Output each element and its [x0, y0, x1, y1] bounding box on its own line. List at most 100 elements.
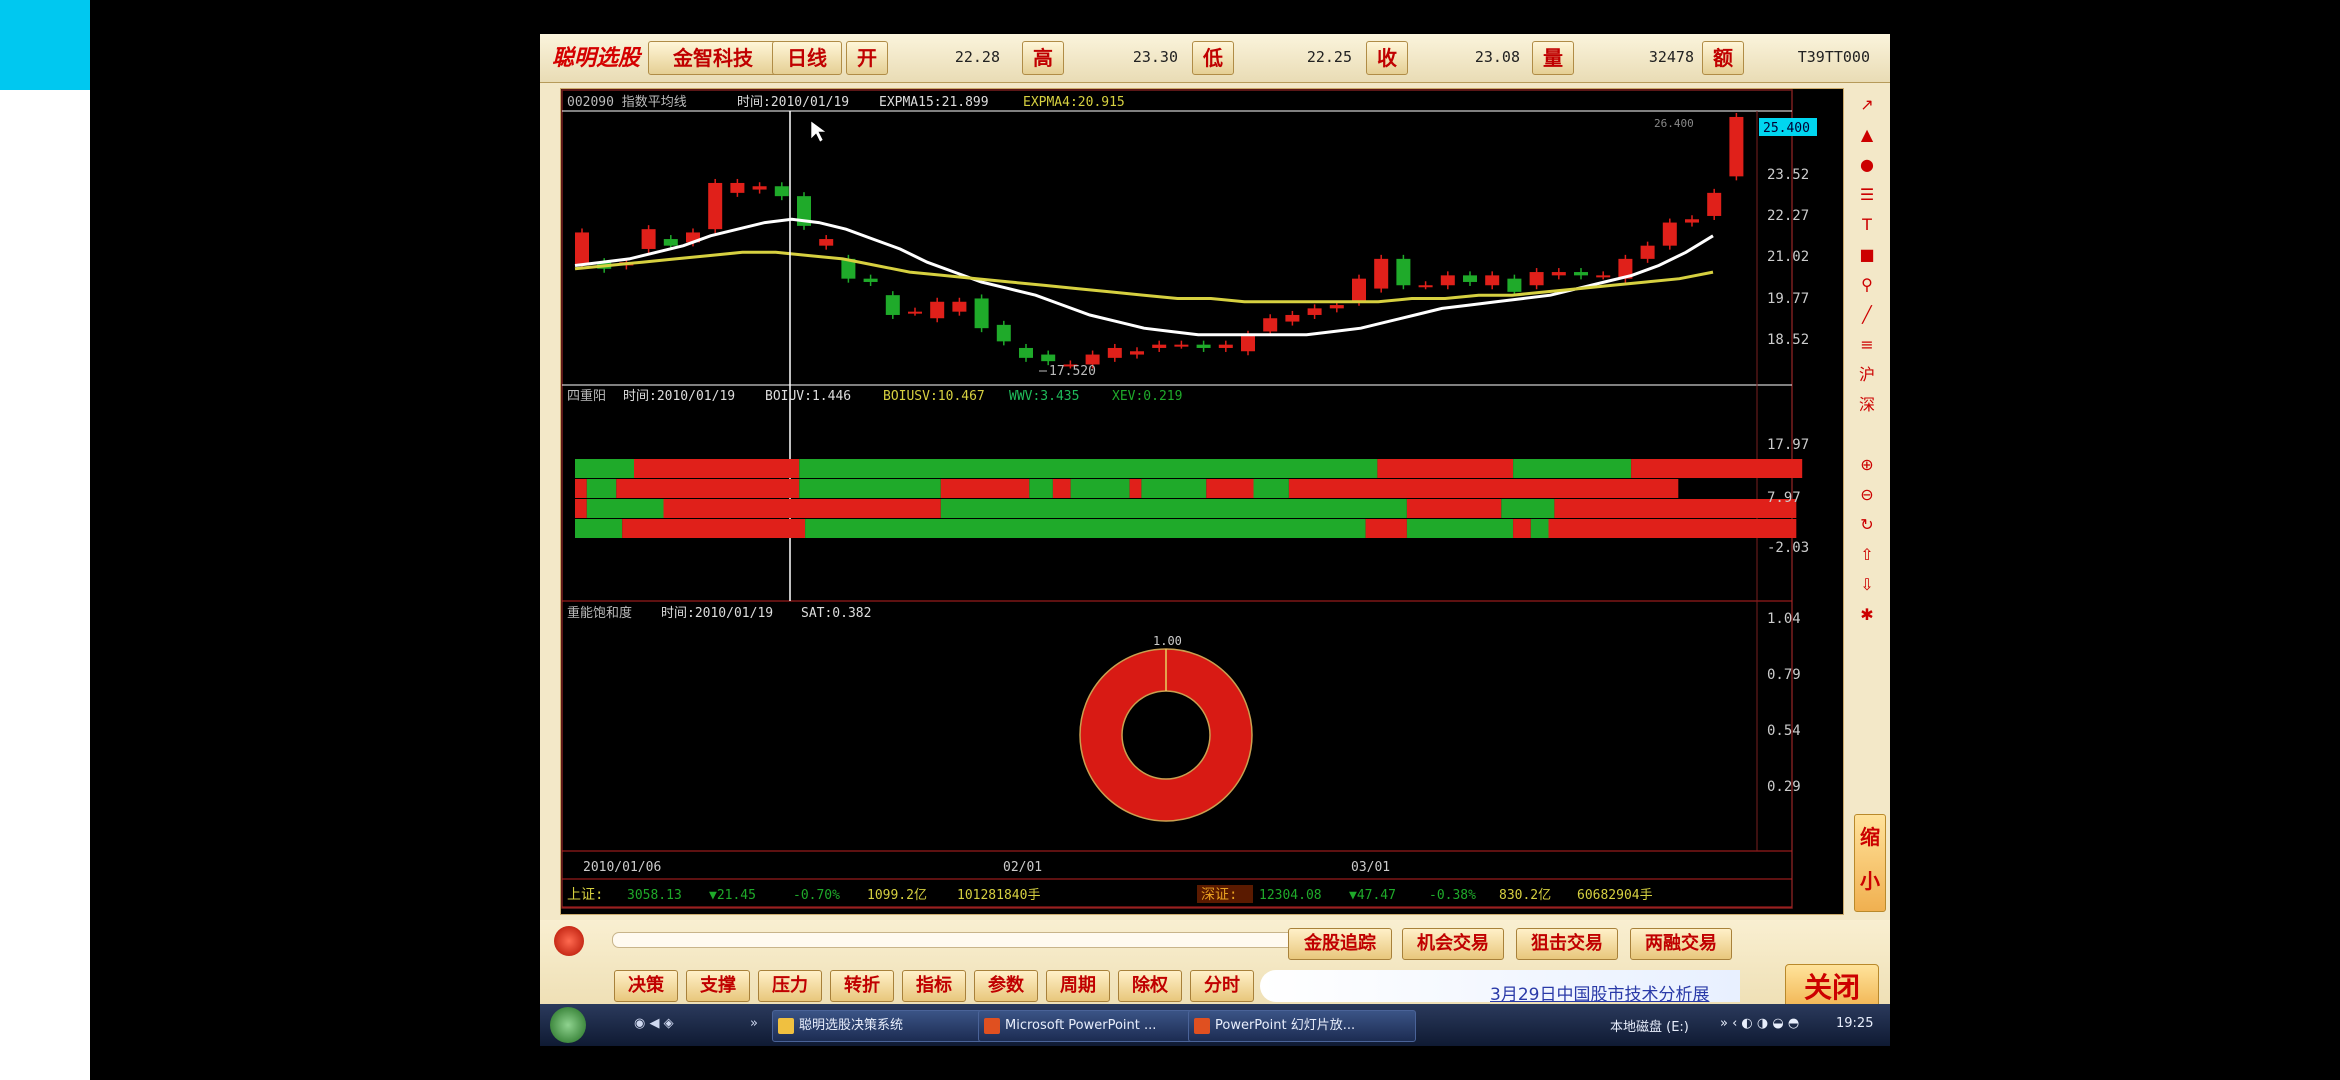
search-icon[interactable]: ⚲	[1856, 274, 1878, 296]
top-icon[interactable]: T	[1856, 214, 1878, 236]
start-orb-icon[interactable]	[550, 1007, 586, 1043]
turning-button[interactable]: 转折	[830, 970, 894, 1002]
panel2-ind2: BOIUSV:10.467	[883, 389, 985, 404]
band-segment	[575, 479, 587, 498]
p1-tick-4: 18.52	[1767, 332, 1809, 348]
shrink-button[interactable]: 缩小	[1854, 814, 1886, 912]
candle	[1707, 192, 1722, 216]
candle	[1107, 347, 1122, 358]
settings-icon[interactable]: ✱	[1856, 604, 1878, 626]
panel2-ind3: WWV:3.435	[1009, 389, 1079, 404]
band-segment	[1029, 479, 1053, 498]
p2-tick-1: 7.97	[1767, 490, 1801, 506]
candle	[974, 298, 989, 329]
taskbar-app-slideshow[interactable]: PowerPoint 幻灯片放...	[1188, 1010, 1416, 1042]
opportunity-trade-button[interactable]: 机会交易	[1402, 928, 1504, 960]
candle	[1307, 308, 1322, 315]
p3-tick-2: 0.54	[1767, 723, 1801, 739]
taskbar-app-powerpoint[interactable]: Microsoft PowerPoint ...	[978, 1010, 1206, 1042]
candle	[1241, 334, 1255, 352]
low-value: 22.25	[1306, 48, 1352, 66]
low-label: 低	[1192, 41, 1234, 75]
band-segment	[799, 479, 941, 498]
two-market-trade-button[interactable]: 两融交易	[1630, 928, 1732, 960]
zoom-in-icon[interactable]: ⊕	[1856, 454, 1878, 476]
clock: 19:25	[1836, 1016, 1874, 1031]
taskbar-app-stockpicker[interactable]: 聪明选股决策系统	[772, 1010, 996, 1042]
exright-button[interactable]: 除权	[1118, 970, 1182, 1002]
band-segment	[1530, 519, 1549, 538]
intraday-button[interactable]: 分时	[1190, 970, 1254, 1002]
sniper-trade-button[interactable]: 狙击交易	[1516, 928, 1618, 960]
shenzhen-icon[interactable]: 深	[1856, 394, 1878, 416]
chart-canvas[interactable]: 002090 指数平均线 时间:2010/01/19 EXPMA15:21.89…	[561, 89, 1843, 914]
band-segment	[799, 459, 1378, 478]
chart-frame[interactable]: 002090 指数平均线 时间:2010/01/19 EXPMA15:21.89…	[560, 88, 1844, 915]
decision-button[interactable]: 决策	[614, 970, 678, 1002]
refresh-icon[interactable]: ↻	[1856, 514, 1878, 536]
gold-stock-tracking-button[interactable]: 金股追踪	[1288, 928, 1392, 960]
circle-tool-icon[interactable]: ●	[1856, 154, 1878, 176]
support-button[interactable]: 支撑	[686, 970, 750, 1002]
list-icon[interactable]: ☰	[1856, 184, 1878, 206]
panel3-title: 重能饱和度	[567, 605, 632, 621]
p1-tick-2: 21.02	[1767, 249, 1809, 265]
candle	[1218, 344, 1233, 348]
panel2-y-ticks: 17.97 7.97 -2.03	[1767, 437, 1809, 556]
panel3-y-ticks: 1.04 0.79 0.54 0.29	[1767, 611, 1801, 795]
shanghai-icon[interactable]: 沪	[1856, 364, 1878, 386]
band-segment	[1513, 519, 1531, 538]
band-segment	[1513, 459, 1632, 478]
band-segment	[634, 459, 800, 478]
candle	[663, 239, 678, 246]
candle	[863, 278, 878, 282]
candle	[1685, 219, 1699, 223]
candle	[1329, 305, 1344, 309]
band-segment	[1501, 499, 1555, 518]
amount-label: 额	[1702, 41, 1744, 75]
band-segment	[622, 519, 806, 538]
ring-inner-border	[1121, 690, 1211, 780]
tray-icons[interactable]: » ‹ ◐ ◑ ◒ ◓	[1720, 1016, 1799, 1031]
panel1-y-ticks: 23.52 22.27 21.02 19.77 18.52	[1767, 167, 1809, 348]
candle	[930, 301, 945, 319]
close-value: 23.08	[1474, 48, 1520, 66]
arrow-down-icon[interactable]: ⇩	[1856, 574, 1878, 596]
marquee-text[interactable]: 3月29日中国股市技术分析展	[1490, 980, 1740, 1005]
band-segment	[1206, 479, 1254, 498]
indicator-button[interactable]: 指标	[902, 970, 966, 1002]
quicklaunch-icons[interactable]: ◉ ◀ ◈	[634, 1016, 674, 1031]
stack-icon[interactable]: ≡	[1856, 334, 1878, 356]
period-switch-button[interactable]: 周期	[1046, 970, 1110, 1002]
lock-icon[interactable]: ■	[1856, 244, 1878, 266]
band-segment	[616, 479, 800, 498]
params-button[interactable]: 参数	[974, 970, 1038, 1002]
draw-line-icon[interactable]: ╱	[1856, 304, 1878, 326]
x-label-2: 03/01	[1351, 860, 1390, 875]
pressure-button[interactable]: 压力	[758, 970, 822, 1002]
p3-tick-1: 0.79	[1767, 667, 1801, 683]
volume-value: 32478	[1648, 48, 1694, 66]
candle	[1396, 258, 1411, 286]
candle	[1662, 222, 1677, 246]
stock-name-button[interactable]: 金智科技	[648, 41, 778, 75]
band-segment	[1070, 479, 1130, 498]
p3-tick-0: 1.04	[1767, 611, 1801, 627]
line-tool-icon[interactable]: ↗	[1856, 94, 1878, 116]
candle	[1041, 354, 1056, 362]
quicklaunch-overflow-icon[interactable]: »	[750, 1016, 758, 1031]
volume-label: 量	[1532, 41, 1574, 75]
tray-disk-label[interactable]: 本地磁盘 (E:)	[1610, 1016, 1689, 1035]
record-icon[interactable]	[554, 926, 584, 956]
zoom-out-icon[interactable]: ⊖	[1856, 484, 1878, 506]
candle	[1574, 272, 1588, 276]
period-button[interactable]: 日线	[772, 41, 842, 75]
mouse-cursor-icon	[810, 120, 827, 143]
left-white-strip	[0, 0, 90, 1080]
p3-tick-3: 0.29	[1767, 779, 1801, 795]
mountain-chart-icon[interactable]: ▲	[1856, 124, 1878, 146]
arrow-up-icon[interactable]: ⇧	[1856, 544, 1878, 566]
candle	[1596, 275, 1611, 278]
sh-change: ▼21.45	[709, 888, 756, 903]
progress-scroll[interactable]	[612, 932, 1324, 948]
